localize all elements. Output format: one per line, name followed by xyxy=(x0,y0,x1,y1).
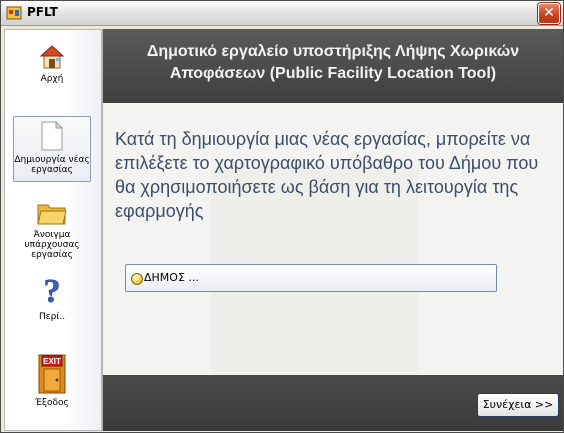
sidebar-item-label: Άνοιγμα υπάρχουσας εργασίας xyxy=(24,230,80,260)
sidebar-item-exit[interactable]: EXIT Έξοδος xyxy=(13,352,91,408)
title-bar: PFLT ✕ xyxy=(1,1,563,26)
sidebar-item-home[interactable]: Αρχή xyxy=(13,44,91,84)
close-icon: ✕ xyxy=(543,5,555,21)
radio-indicator-icon xyxy=(131,273,143,285)
home-icon xyxy=(39,45,65,69)
sidebar-item-label: Έξοδος xyxy=(35,398,69,408)
svg-text:EXIT: EXIT xyxy=(43,357,61,366)
help-icon: ? xyxy=(43,274,61,308)
sidebar-item-about[interactable]: ? Περί.. xyxy=(13,274,91,322)
municipality-option[interactable]: ΔΗΜΟΣ ... xyxy=(125,264,497,292)
folder-icon xyxy=(37,204,67,225)
application-window: PFLT ✕ Αρχή Δημιουργία νέας εργασίας Άνο… xyxy=(0,0,564,433)
app-icon xyxy=(6,5,22,21)
close-button[interactable]: ✕ xyxy=(538,3,560,24)
header-banner: Δημοτικό εργαλείο υποστήριξης Λήψης Χωρι… xyxy=(103,29,563,103)
sidebar-item-open-project[interactable]: Άνοιγμα υπάρχουσας εργασίας xyxy=(13,200,91,260)
main-panel: Δημοτικό εργαλείο υποστήριξης Λήψης Χωρι… xyxy=(102,29,563,431)
sidebar-item-label: Περί.. xyxy=(38,312,66,322)
exit-door-icon: EXIT xyxy=(38,354,66,394)
svg-text:?: ? xyxy=(44,274,61,308)
municipality-option-label: ΔΗΜΟΣ ... xyxy=(144,271,199,284)
instruction-text: Κατά τη δημιουργία μιας νέας εργασίας, μ… xyxy=(115,129,539,221)
continue-button[interactable]: Συνέχεια >> xyxy=(477,393,559,417)
page-title: Δημοτικό εργαλείο υποστήριξης Λήψης Χωρι… xyxy=(146,43,520,82)
sidebar-item-label: Δημιουργία νέας εργασίας xyxy=(14,155,90,175)
window-title: PFLT xyxy=(27,5,58,19)
document-icon xyxy=(41,121,63,151)
sidebar: Αρχή Δημιουργία νέας εργασίας Άνοιγμα υπ… xyxy=(4,29,102,431)
sidebar-item-new-project[interactable]: Δημιουργία νέας εργασίας xyxy=(13,116,91,182)
sidebar-item-label: Αρχή xyxy=(40,74,64,84)
